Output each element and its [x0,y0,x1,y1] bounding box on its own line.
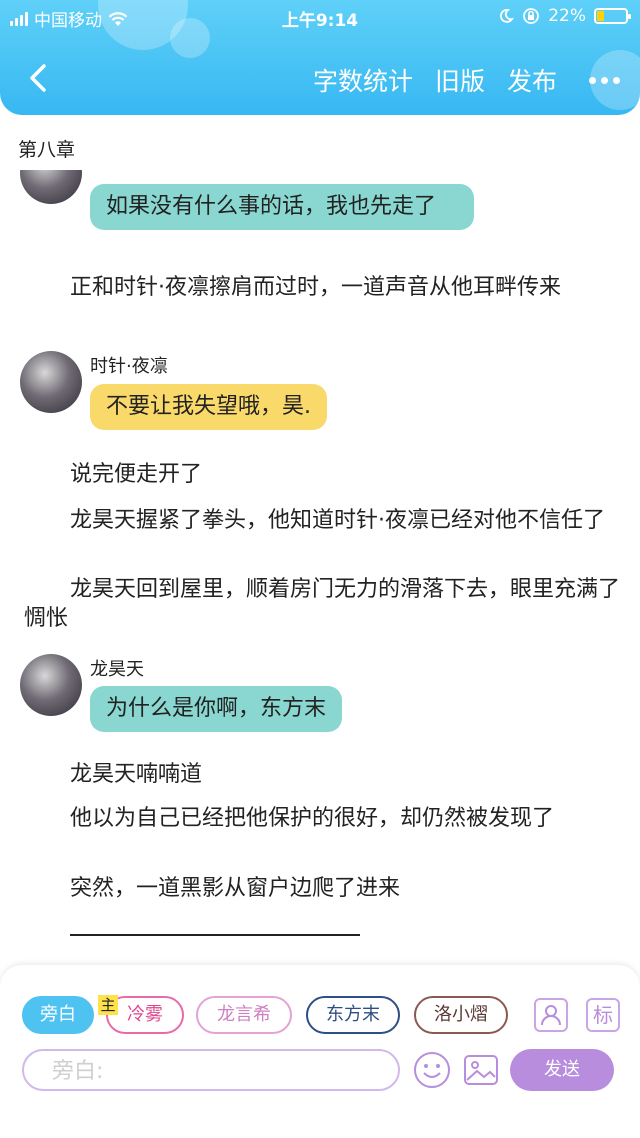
publish-button[interactable]: 发布 [507,62,557,98]
battery-icon [594,8,631,24]
send-button[interactable]: 发送 [510,1049,614,1091]
rotation-lock-icon [523,8,540,24]
emoji-icon[interactable] [413,1051,451,1089]
moon-icon [500,9,515,23]
word-count-button[interactable]: 字数统计 [313,62,413,98]
narration-paragraph[interactable]: 龙昊天握紧了拳头，他知道时针·夜凛已经对他不信任了 [24,506,624,535]
nav-bar: 字数统计 旧版 发布 [0,52,640,108]
battery-percent: 22% [548,6,586,26]
back-button[interactable] [20,58,60,98]
image-icon[interactable] [462,1051,500,1089]
speaker-name: 龙昊天 [90,659,144,680]
mark-icon[interactable]: 标 [586,998,620,1032]
dialogue-bubble[interactable]: 为什么是你啊，东方末 [90,686,343,732]
composer-panel: 旁白 冷雾 主 龙言希 东方末 洛小熠 标 发送 [0,965,640,1138]
avatar [20,351,82,413]
avatar [20,654,82,716]
narration-paragraph[interactable]: 说完便走开了 [24,460,624,489]
speaker-name: 时针·夜凛 [90,356,168,377]
old-version-button[interactable]: 旧版 [435,62,485,98]
chapter-title: 第八章 [18,139,76,161]
more-icon[interactable] [579,76,620,84]
narration-paragraph[interactable]: 龙昊天喃喃道 [24,760,624,789]
narration-paragraph[interactable]: 他以为自己已经把他保护的很好，却仍然被发现了 [24,804,624,833]
message-input[interactable] [50,1051,394,1091]
dialogue-bubble[interactable]: 如果没有什么事的话，我也先走了 [90,184,474,230]
character-chip-dongfangmo[interactable]: 东方末 [306,996,400,1034]
narration-paragraph[interactable]: 突然，一道黑影从窗户边爬了进来 [24,874,624,903]
section-divider [70,934,360,936]
message-input-box[interactable] [22,1049,400,1091]
add-character-icon[interactable] [534,998,568,1032]
narration-paragraph[interactable]: 龙昊天回到屋里，顺着房门无力的滑落下去，眼里充满了惆怅 [24,575,624,633]
main-role-tag: 主 [98,995,118,1015]
story-content: 如果没有什么事的话，我也先走了 正和时针·夜凛擦肩而过时，一道声音从他耳畔传来 … [0,170,640,945]
character-chip-luoxiaoyi[interactable]: 洛小熠 [414,996,508,1034]
narration-paragraph[interactable]: 正和时针·夜凛擦肩而过时，一道声音从他耳畔传来 [24,273,624,302]
dialogue-bubble[interactable]: 不要让我失望哦，昊. [90,384,327,430]
character-chip-longyanxi[interactable]: 龙言希 [196,996,292,1034]
avatar [20,170,82,204]
character-chip-narrator[interactable]: 旁白 [22,996,94,1034]
app-header: 中国移动 上午9:14 22% 字数统计 旧版 发布 [0,0,640,115]
status-bar: 中国移动 上午9:14 22% [0,0,640,34]
